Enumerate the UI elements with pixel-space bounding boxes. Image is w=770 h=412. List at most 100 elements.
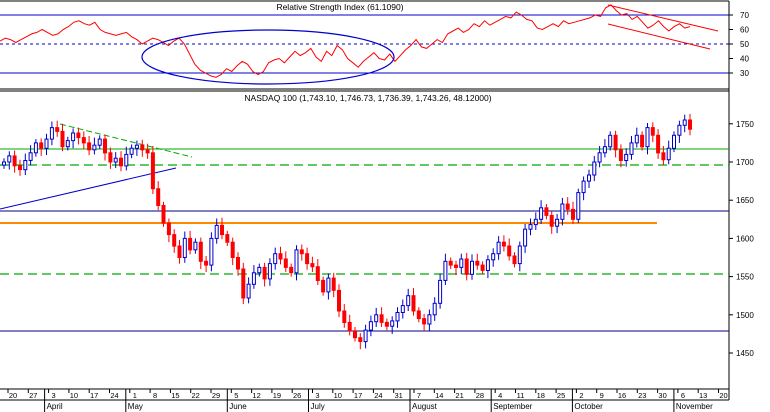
candle-body xyxy=(49,127,54,140)
candle-body xyxy=(523,228,528,247)
candle-body xyxy=(464,258,469,275)
candle-body xyxy=(374,314,379,323)
candle-body xyxy=(326,277,331,293)
candle-body xyxy=(28,152,33,161)
candle-body xyxy=(33,142,38,154)
x-day-label: 17 xyxy=(90,391,98,400)
candle-body xyxy=(204,260,209,266)
candle-body xyxy=(321,279,326,293)
candle-body xyxy=(384,321,389,327)
candle-body xyxy=(198,241,203,262)
x-day-label: 29 xyxy=(212,391,220,400)
candle-body xyxy=(92,144,97,151)
price-tick-label: 1500 xyxy=(736,311,754,320)
candle-body xyxy=(87,142,92,151)
candle-body xyxy=(177,245,182,258)
candle-body xyxy=(501,241,506,247)
candle-body xyxy=(145,149,150,154)
candle-body xyxy=(448,260,453,266)
x-day-label: 31 xyxy=(395,391,403,400)
x-month-label: November xyxy=(676,402,713,411)
x-day-label: 27 xyxy=(29,391,37,400)
candle-body xyxy=(71,132,76,142)
x-day-label: 6 xyxy=(681,391,685,400)
rsi-tick-label: 50 xyxy=(740,40,749,49)
price-tick-label: 1550 xyxy=(736,273,754,282)
candle-body xyxy=(76,132,81,139)
price-candle xyxy=(241,262,246,305)
candle-body xyxy=(97,138,102,146)
candle-body xyxy=(225,234,230,243)
candle-body xyxy=(310,263,315,268)
x-day-label: 9 xyxy=(600,391,604,400)
candle-body xyxy=(119,157,123,167)
x-day-label: 22 xyxy=(192,391,200,400)
price-tick-label: 1600 xyxy=(736,234,754,243)
candle-body xyxy=(81,137,86,144)
candle-body xyxy=(113,157,118,163)
rsi-title: Relative Strength Index (61.1090) xyxy=(276,2,403,12)
candle-body xyxy=(337,289,341,312)
candle-body xyxy=(602,146,607,154)
price-candle xyxy=(209,232,214,272)
rsi-tick-label: 30 xyxy=(740,69,749,78)
x-day-label: 26 xyxy=(293,391,301,400)
candle-body xyxy=(257,266,262,274)
candle-body xyxy=(214,224,219,239)
candle-body xyxy=(368,321,373,331)
candle-body xyxy=(491,253,496,261)
candle-body xyxy=(400,305,405,314)
candle-body xyxy=(443,260,448,281)
x-month-label: June xyxy=(229,402,247,411)
candle-body xyxy=(18,165,22,171)
candle-body xyxy=(454,264,458,268)
chart-canvas: Relative Strength Index (61.1090) 70 60 50… xyxy=(0,0,770,412)
candle-body xyxy=(406,295,411,307)
candle-body xyxy=(618,149,623,162)
candle-body xyxy=(172,234,177,247)
candle-body xyxy=(459,258,464,268)
candle-body xyxy=(193,241,198,251)
x-day-label: 20 xyxy=(9,391,17,400)
x-day-label: 15 xyxy=(171,391,179,400)
x-month-label: April xyxy=(47,402,63,411)
candle-body xyxy=(251,272,256,285)
x-day-label: 3 xyxy=(52,391,56,400)
x-month-label: July xyxy=(311,402,325,411)
candle-body xyxy=(438,279,443,304)
candle-body xyxy=(688,119,692,130)
candle-body xyxy=(55,127,60,132)
candle-body xyxy=(539,207,544,220)
candle-body xyxy=(7,155,12,163)
candle-body xyxy=(592,161,597,176)
x-day-label: 17 xyxy=(354,391,362,400)
x-day-label: 2 xyxy=(579,391,583,400)
candle-body xyxy=(220,224,224,236)
candle-body xyxy=(161,205,166,224)
candle-body xyxy=(262,266,267,280)
candle-body xyxy=(634,134,639,144)
x-month-label: May xyxy=(128,402,143,411)
candle-body xyxy=(294,249,299,274)
x-day-label: 11 xyxy=(517,391,525,400)
candle-body xyxy=(608,134,613,148)
candle-body xyxy=(39,142,44,149)
x-day-label: 1 xyxy=(133,391,137,400)
x-month-label: October xyxy=(574,402,603,411)
candle-body xyxy=(273,253,278,265)
x-day-label: 21 xyxy=(455,391,463,400)
candle-body xyxy=(156,188,161,206)
candle-body xyxy=(624,153,629,161)
rsi-tick-label: 60 xyxy=(740,26,749,35)
candle-body xyxy=(2,161,6,166)
candle-body xyxy=(544,207,549,216)
candle-body xyxy=(587,174,591,182)
candle-body xyxy=(560,203,565,220)
candle-body xyxy=(496,241,501,255)
x-day-label: 13 xyxy=(699,391,707,400)
candle-body xyxy=(299,249,304,255)
candle-body xyxy=(23,160,28,171)
price-candle xyxy=(576,188,581,224)
candle-body xyxy=(347,321,352,332)
x-day-label: 18 xyxy=(537,391,545,400)
